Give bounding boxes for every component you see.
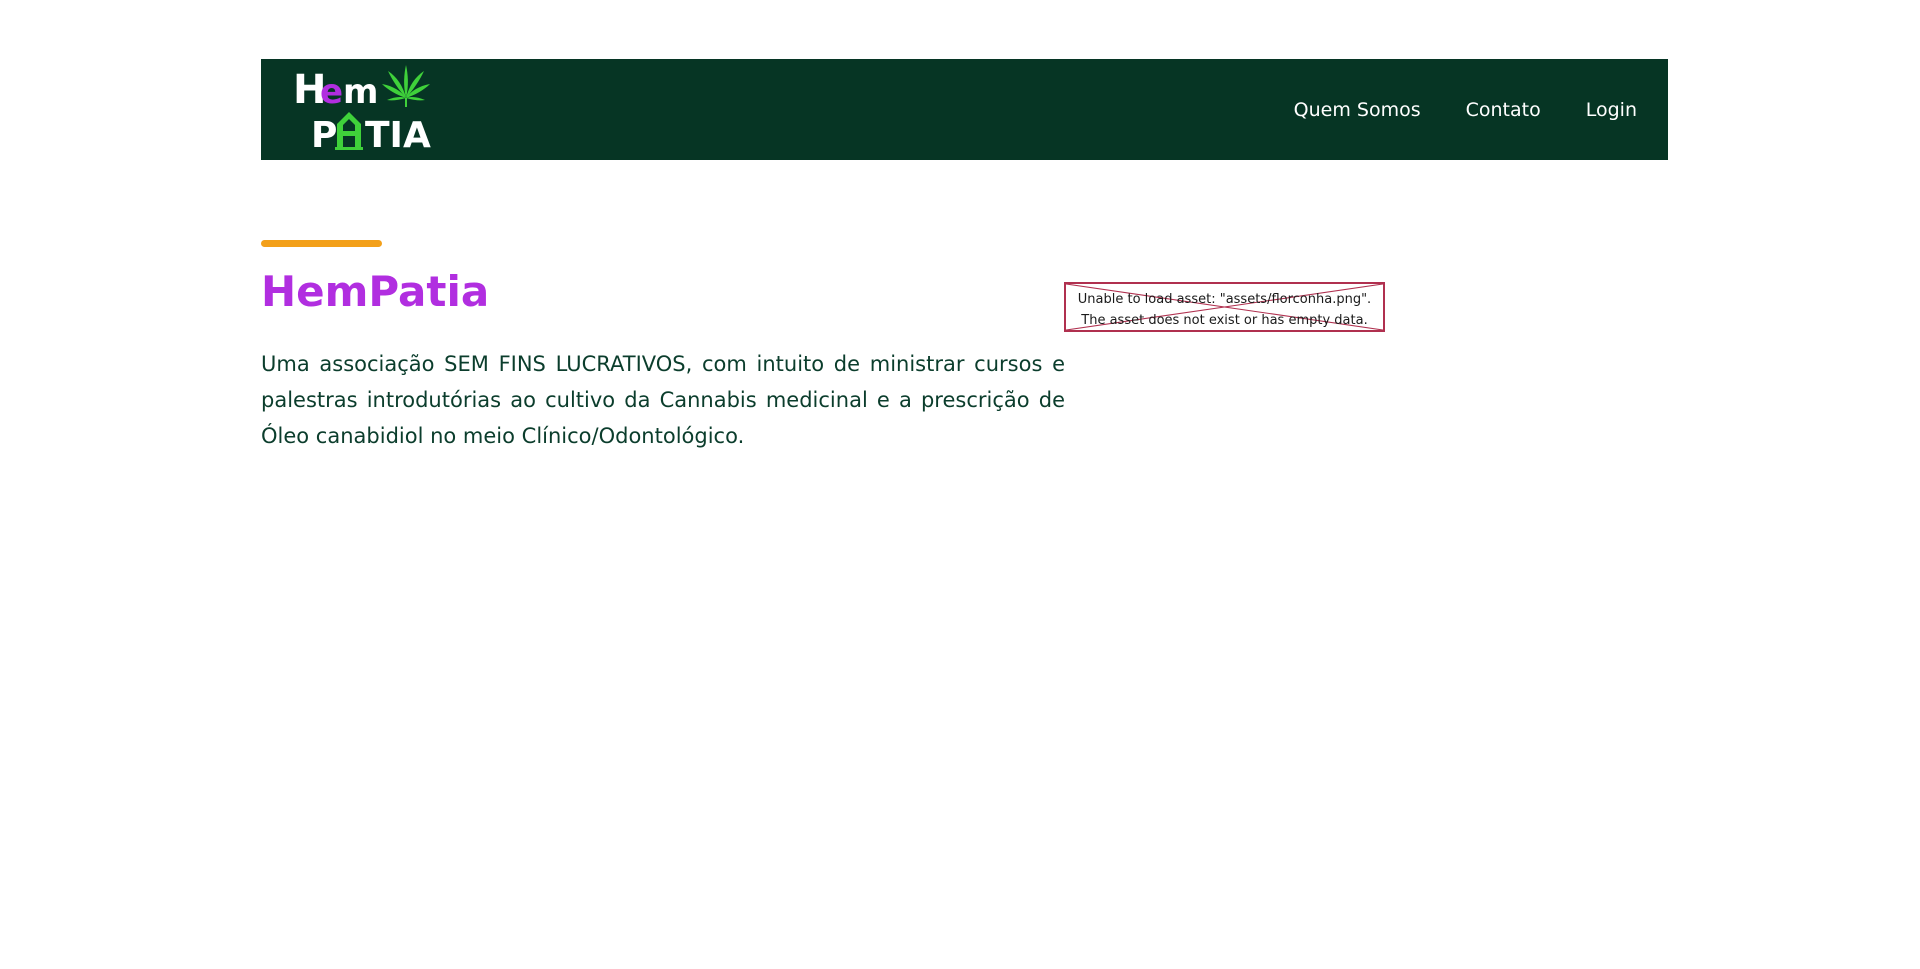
broken-image-placeholder: Unable to load asset: "assets/florconha.…	[1064, 282, 1385, 332]
nav-links: Quem Somos Contato Login	[1294, 59, 1637, 160]
hempatia-logo[interactable]: H e m P TIA	[287, 61, 437, 153]
logo-letter-e: e	[320, 72, 343, 112]
nav-item-contato[interactable]: Contato	[1466, 99, 1541, 121]
logo-letters-tia: TIA	[365, 115, 431, 153]
cannabis-leaf-icon	[382, 65, 430, 107]
logo-house-a	[335, 112, 363, 150]
logo-letter-m: m	[343, 72, 378, 112]
hempatia-logo-graphic: H e m P TIA	[293, 65, 431, 153]
page-title: HemPatia	[261, 267, 490, 316]
broken-image-message-line2: The asset does not exist or has empty da…	[1081, 313, 1368, 328]
hero-description: Uma associação SEM FINS LUCRATIVOS, com …	[261, 352, 1065, 448]
broken-image-message-line1: Unable to load asset: "assets/florconha.…	[1077, 292, 1372, 307]
navbar: H e m P TIA Quem Somos Contato Login	[261, 59, 1668, 160]
title-accent-bar	[261, 240, 382, 247]
nav-item-login[interactable]: Login	[1586, 99, 1637, 121]
nav-item-quem-somos[interactable]: Quem Somos	[1294, 99, 1421, 121]
logo-letter-p: P	[311, 115, 337, 153]
broken-image-message: Unable to load asset: "assets/florconha.…	[1066, 289, 1383, 330]
